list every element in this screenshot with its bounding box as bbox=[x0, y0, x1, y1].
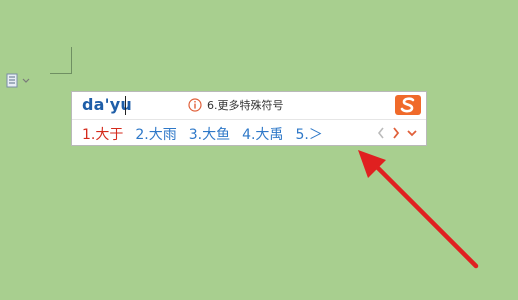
candidate-2[interactable]: 2.大雨 bbox=[135, 124, 176, 144]
sogou-logo-icon[interactable] bbox=[394, 94, 422, 116]
ime-divider bbox=[72, 119, 426, 120]
chevron-right-icon[interactable] bbox=[391, 126, 401, 140]
page-margin-corner-line bbox=[50, 73, 72, 74]
special-symbols-hint[interactable]: 6.更多特殊符号 bbox=[188, 97, 284, 113]
candidate-3[interactable]: 3.大鱼 bbox=[189, 124, 230, 144]
candidate-5[interactable]: 5.＞ bbox=[295, 124, 322, 144]
page-margin-corner bbox=[71, 47, 72, 73]
text-caret bbox=[125, 96, 126, 115]
red-arrow-annotation bbox=[358, 150, 479, 269]
hint-text: 6.更多特殊符号 bbox=[207, 99, 284, 112]
info-icon bbox=[188, 98, 202, 112]
ime-input-row: da'yu 6.更多特殊符号 bbox=[72, 92, 426, 119]
ime-candidate-window: da'yu 6.更多特殊符号 1.大于 2.大雨 3.大鱼 4.大禹 5.＞ bbox=[71, 91, 427, 146]
candidate-1[interactable]: 1.大于 bbox=[82, 124, 123, 144]
candidate-navigation bbox=[371, 126, 418, 140]
chevron-down-icon[interactable] bbox=[406, 126, 418, 140]
candidate-list: 1.大于 2.大雨 3.大鱼 4.大禹 5.＞ bbox=[82, 124, 335, 144]
candidate-4[interactable]: 4.大禹 bbox=[242, 124, 283, 144]
chevron-left-icon[interactable] bbox=[376, 126, 386, 140]
paragraph-icon[interactable] bbox=[6, 73, 32, 89]
